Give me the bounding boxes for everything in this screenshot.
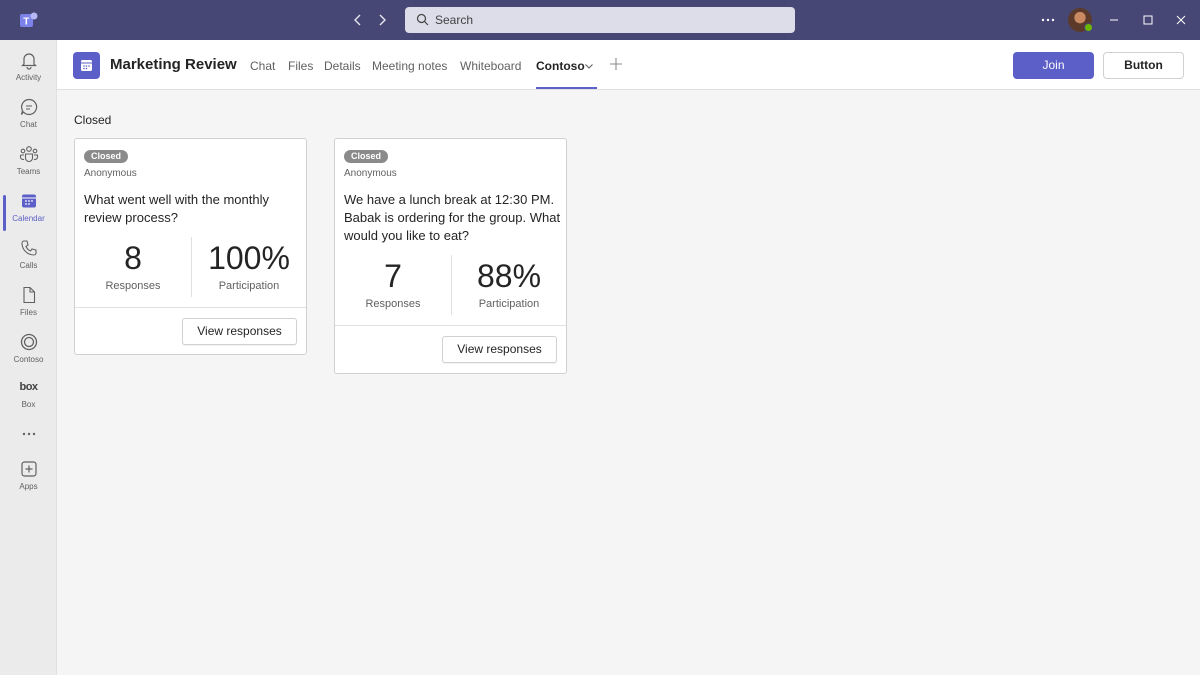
meeting-header: Marketing Review Chat Files Details Meet… <box>57 40 1200 90</box>
tab-contoso[interactable]: Contoso <box>536 59 585 73</box>
back-arrow-icon[interactable] <box>349 11 367 29</box>
presence-available-icon <box>1084 23 1093 32</box>
anonymity-label: Anonymous <box>344 168 397 179</box>
rail-item-contoso[interactable]: Contoso <box>0 332 57 376</box>
more-icon[interactable] <box>1039 11 1057 29</box>
view-responses-button[interactable]: View responses <box>182 318 297 345</box>
maximize-icon[interactable] <box>1139 11 1157 29</box>
tab-chat[interactable]: Chat <box>250 59 275 73</box>
rail-item-box[interactable]: box Box <box>0 379 57 423</box>
search-input[interactable]: Search <box>405 7 795 33</box>
rail-label: Calendar <box>12 214 45 223</box>
tab-meeting-notes[interactable]: Meeting notes <box>372 59 447 73</box>
rail-label: Activity <box>15 73 42 82</box>
page-title: Marketing Review <box>110 56 237 73</box>
tab-whiteboard[interactable]: Whiteboard <box>460 59 521 73</box>
rail-item-apps[interactable]: Apps <box>0 459 57 503</box>
status-badge: Closed <box>344 150 389 163</box>
rail-label: Calls <box>19 261 38 270</box>
svg-text:T: T <box>23 17 29 28</box>
poll-card: Closed Anonymous We have a lunch break a… <box>334 138 567 374</box>
view-responses-button[interactable]: View responses <box>442 336 557 363</box>
search-icon <box>416 13 429 26</box>
rail-item-chat[interactable]: Chat <box>0 97 57 141</box>
phone-icon <box>20 240 37 256</box>
rail-label: Files <box>20 308 37 317</box>
status-badge: Closed <box>84 150 129 163</box>
rail-item-teams[interactable]: Teams <box>0 144 57 188</box>
card-divider <box>75 307 306 308</box>
rail-item-activity[interactable]: Activity <box>0 50 57 94</box>
anonymity-label: Anonymous <box>84 168 137 179</box>
rail-label: Chat <box>20 120 37 129</box>
calendar-icon <box>21 194 36 208</box>
responses-count: 7 <box>384 258 402 294</box>
add-tab-icon[interactable] <box>609 57 623 71</box>
responses-label: Responses <box>365 298 421 310</box>
section-heading: Closed <box>74 113 112 127</box>
secondary-button[interactable]: Button <box>1103 52 1184 79</box>
add-apps-icon <box>20 461 37 477</box>
participation-label: Participation <box>478 298 540 310</box>
active-tab-indicator <box>536 87 597 89</box>
rail-label: Apps <box>19 482 38 491</box>
rail-label: Contoso <box>13 355 44 364</box>
chevron-down-icon[interactable] <box>584 61 594 71</box>
stat-divider <box>191 237 192 297</box>
meeting-calendar-icon <box>73 52 100 79</box>
responses-count: 8 <box>124 240 142 276</box>
rail-item-files[interactable]: Files <box>0 285 57 329</box>
close-icon[interactable] <box>1172 11 1190 29</box>
rail-label: Box <box>21 400 36 409</box>
forward-arrow-icon[interactable] <box>373 11 391 29</box>
poll-question: What went well with the monthly review p… <box>84 192 269 225</box>
tab-details[interactable]: Details <box>324 59 361 73</box>
card-divider <box>335 325 566 326</box>
participation-label: Participation <box>218 280 280 292</box>
box-icon: box <box>19 381 38 393</box>
file-icon <box>22 286 35 304</box>
teams-icon <box>19 146 38 163</box>
poll-question: We have a lunch break at 12:30 PM. Babak… <box>344 192 561 243</box>
minimize-icon[interactable] <box>1105 11 1123 29</box>
teams-logo-icon[interactable]: T <box>18 9 40 31</box>
bell-icon <box>20 53 37 70</box>
app-bar: Activity Chat Teams Calendar Calls Files… <box>0 40 57 675</box>
tab-files[interactable]: Files <box>288 59 313 73</box>
poll-card: Closed Anonymous What went well with the… <box>74 138 307 355</box>
search-placeholder: Search <box>435 13 474 27</box>
chat-icon <box>20 98 37 116</box>
title-bar: T Search <box>0 0 1200 40</box>
join-button[interactable]: Join <box>1013 52 1094 79</box>
stat-divider <box>451 255 452 315</box>
rail-item-calls[interactable]: Calls <box>0 238 57 282</box>
rail-label: Teams <box>16 167 41 176</box>
responses-label: Responses <box>105 280 161 292</box>
contoso-icon <box>20 333 37 351</box>
participation-value: 100% <box>208 240 290 276</box>
participation-value: 88% <box>476 258 542 294</box>
more-apps-icon <box>22 432 35 436</box>
rail-item-calendar[interactable]: Calendar <box>0 191 57 235</box>
